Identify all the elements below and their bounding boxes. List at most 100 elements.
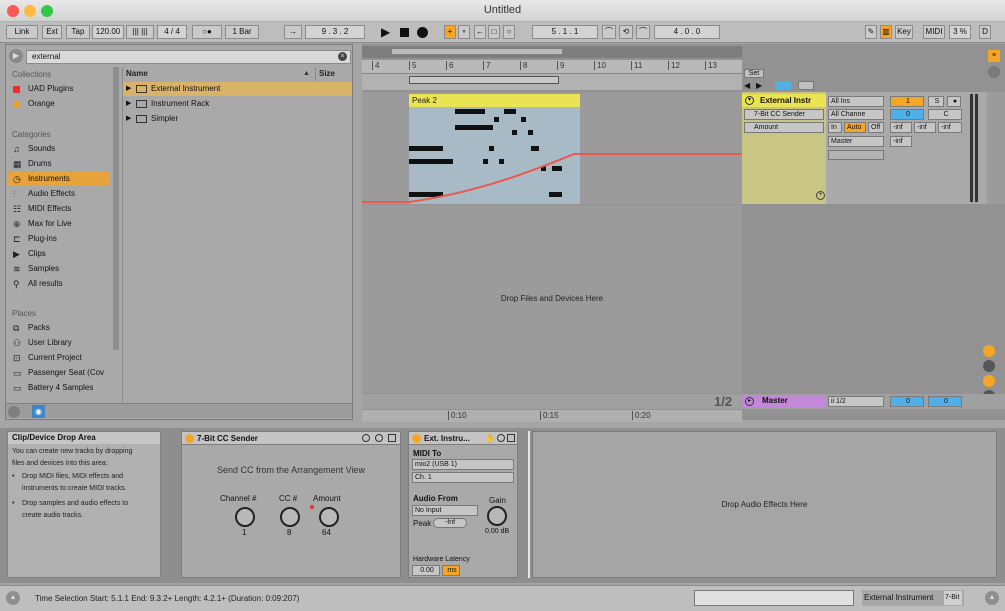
category-item[interactable]: ◷ Instruments [8,172,110,186]
collection-item[interactable]: Orange [8,97,110,111]
session-record-icon[interactable]: ○ [503,25,515,39]
link-button[interactable]: Link [6,25,38,39]
unfold-icon[interactable] [798,81,814,90]
time-signature-field[interactable]: 4 / 4 [157,25,187,39]
play-icon[interactable]: ▶ [381,25,390,39]
loop-brace[interactable] [409,76,559,84]
add-lane-icon[interactable]: + [816,191,825,200]
song-position-field[interactable]: 9 . 3 . 2 [305,25,365,39]
gain-knob[interactable] [487,506,507,526]
clip-overview[interactable] [694,590,854,606]
automation-curve[interactable] [362,107,742,207]
place-item[interactable]: ⚇ User Library [8,336,110,350]
category-item[interactable]: ☷ MIDI Effects [8,202,110,216]
device-settings-icon[interactable] [375,434,383,442]
locator-next-icon[interactable]: ▶ [756,81,762,90]
quantization-dropdown[interactable]: 1 Bar [225,25,259,39]
back-to-arrangement-icon[interactable]: ← [474,25,486,39]
device-fold-icon[interactable] [362,434,370,442]
automation-arm-icon[interactable]: ∘ [458,25,470,39]
ext-settings-icon[interactable] [497,434,505,442]
result-row[interactable]: ▶ Simpler [123,112,352,126]
punch-out-icon[interactable]: ⌒ [636,25,650,39]
preview-toggle-icon[interactable] [8,406,20,418]
overview-visible-region[interactable] [392,49,562,54]
monitor-auto-button[interactable]: Auto [844,122,866,133]
input-channel-dropdown[interactable]: All Channe [828,109,884,120]
place-item[interactable]: ⧉ Packs [8,321,110,335]
return-io-toggle-icon[interactable] [983,345,995,357]
arm-icon[interactable]: ● [947,96,961,107]
time-ruler[interactable]: 0:10 0:15 0:20 [362,410,742,422]
midi-map-button[interactable]: MIDI [923,25,945,39]
device-save-icon[interactable] [388,434,396,442]
ext-save-icon[interactable] [507,434,515,442]
track-name[interactable]: External Instr [742,94,826,107]
loop-length-field[interactable]: 4 . 0 . 0 [654,25,720,39]
midi-device-dropdown[interactable]: mio2 (USB 1) [412,459,514,470]
loop-brace-area[interactable] [362,74,742,90]
category-item[interactable]: ⊏ Plug-ins [8,232,110,246]
expand-arrow-icon[interactable]: ▶ [126,97,131,111]
send-c-field[interactable]: -inf [938,122,962,133]
loop-switch-icon[interactable]: ⟲ [619,25,633,39]
fold-icon[interactable] [775,81,791,90]
master-routing-dropdown[interactable]: ii 1/2 [828,396,884,407]
ext-sync-button[interactable]: Ext [42,25,62,39]
record-icon[interactable] [417,27,428,38]
result-row[interactable]: ▶ Instrument Rack [123,97,352,111]
latency-unit-button[interactable]: ms [442,565,460,576]
draw-mode-icon[interactable]: ✎ [865,25,877,39]
track-pan-field[interactable]: C [928,109,962,120]
clip-title-bar[interactable]: Peak 2 [409,94,580,107]
stop-icon[interactable] [400,28,409,37]
peak-indicator[interactable]: -Inf [433,518,467,528]
category-item[interactable]: ▦ Drums [8,157,110,171]
overview-toggle-icon[interactable]: ≡ [988,50,1000,62]
sidebar-scrollbar[interactable] [113,67,119,350]
clear-search-icon[interactable]: × [338,52,347,61]
computer-midi-keyboard-icon[interactable]: ▥ [880,25,892,39]
track-activator-button[interactable]: 1 [890,96,924,107]
expand-arrow-icon[interactable]: ▶ [126,112,131,126]
monitor-in-button[interactable]: In [828,122,842,133]
beat-time-ruler[interactable]: 4 5 6 7 8 9 10 11 12 13 [362,60,742,74]
monitor-off-button[interactable]: Off [868,122,884,133]
track-drop-area[interactable]: Drop Files and Devices Here [362,205,742,393]
master-volume-field[interactable]: 0 [890,396,924,407]
output-channel-field[interactable] [828,150,884,160]
browser-search-input[interactable]: external × [26,50,351,64]
size-column-header[interactable]: Size [315,67,335,81]
cc-knob[interactable] [280,507,300,527]
overdub-button[interactable]: + [444,25,456,39]
overview-bar[interactable] [362,46,742,58]
punch-in-icon[interactable]: ⌒ [602,25,616,39]
solo-button[interactable]: S [928,96,944,107]
capture-icon[interactable]: □ [488,25,500,39]
place-item[interactable]: ▭ Battery 4 Samples [8,381,110,395]
collection-item[interactable]: UAD Plugins [8,82,110,96]
category-item[interactable]: ⚲ All results [8,277,110,291]
master-cue-field[interactable]: 0 [928,396,962,407]
category-item[interactable]: ♫ Sounds [8,142,110,156]
input-type-dropdown[interactable]: All Ins [828,96,884,107]
browser-toggle-icon[interactable]: ▶ [9,49,23,63]
locator-prev-icon[interactable]: ◀ [744,81,750,90]
master-fold-icon[interactable]: ▸ [745,397,754,406]
master-track-name[interactable]: Master [742,395,826,407]
sends-toggle-icon[interactable] [983,360,995,372]
category-item[interactable]: ⫶ Audio Effects [8,187,110,201]
output-dropdown[interactable]: Master [828,136,884,147]
nudge-icon[interactable]: ||| ||| [126,25,154,39]
track-fold-icon[interactable]: ▾ [745,96,754,105]
follow-icon[interactable]: → [284,25,302,39]
category-item[interactable]: ⊕ Max for Live [8,217,110,231]
midi-channel-dropdown[interactable]: Ch. 1 [412,472,514,483]
send-d-field[interactable]: -inf [890,136,912,147]
send-a-field[interactable]: -inf [890,122,912,133]
automation-param-chooser[interactable]: Amount [744,122,824,133]
detail-toggle-icon[interactable]: ▲ [985,591,999,605]
audio-input-dropdown[interactable]: No Input [412,505,478,516]
latency-field[interactable]: 0.00 [412,565,440,576]
category-item[interactable]: ▶ Clips [8,247,110,261]
